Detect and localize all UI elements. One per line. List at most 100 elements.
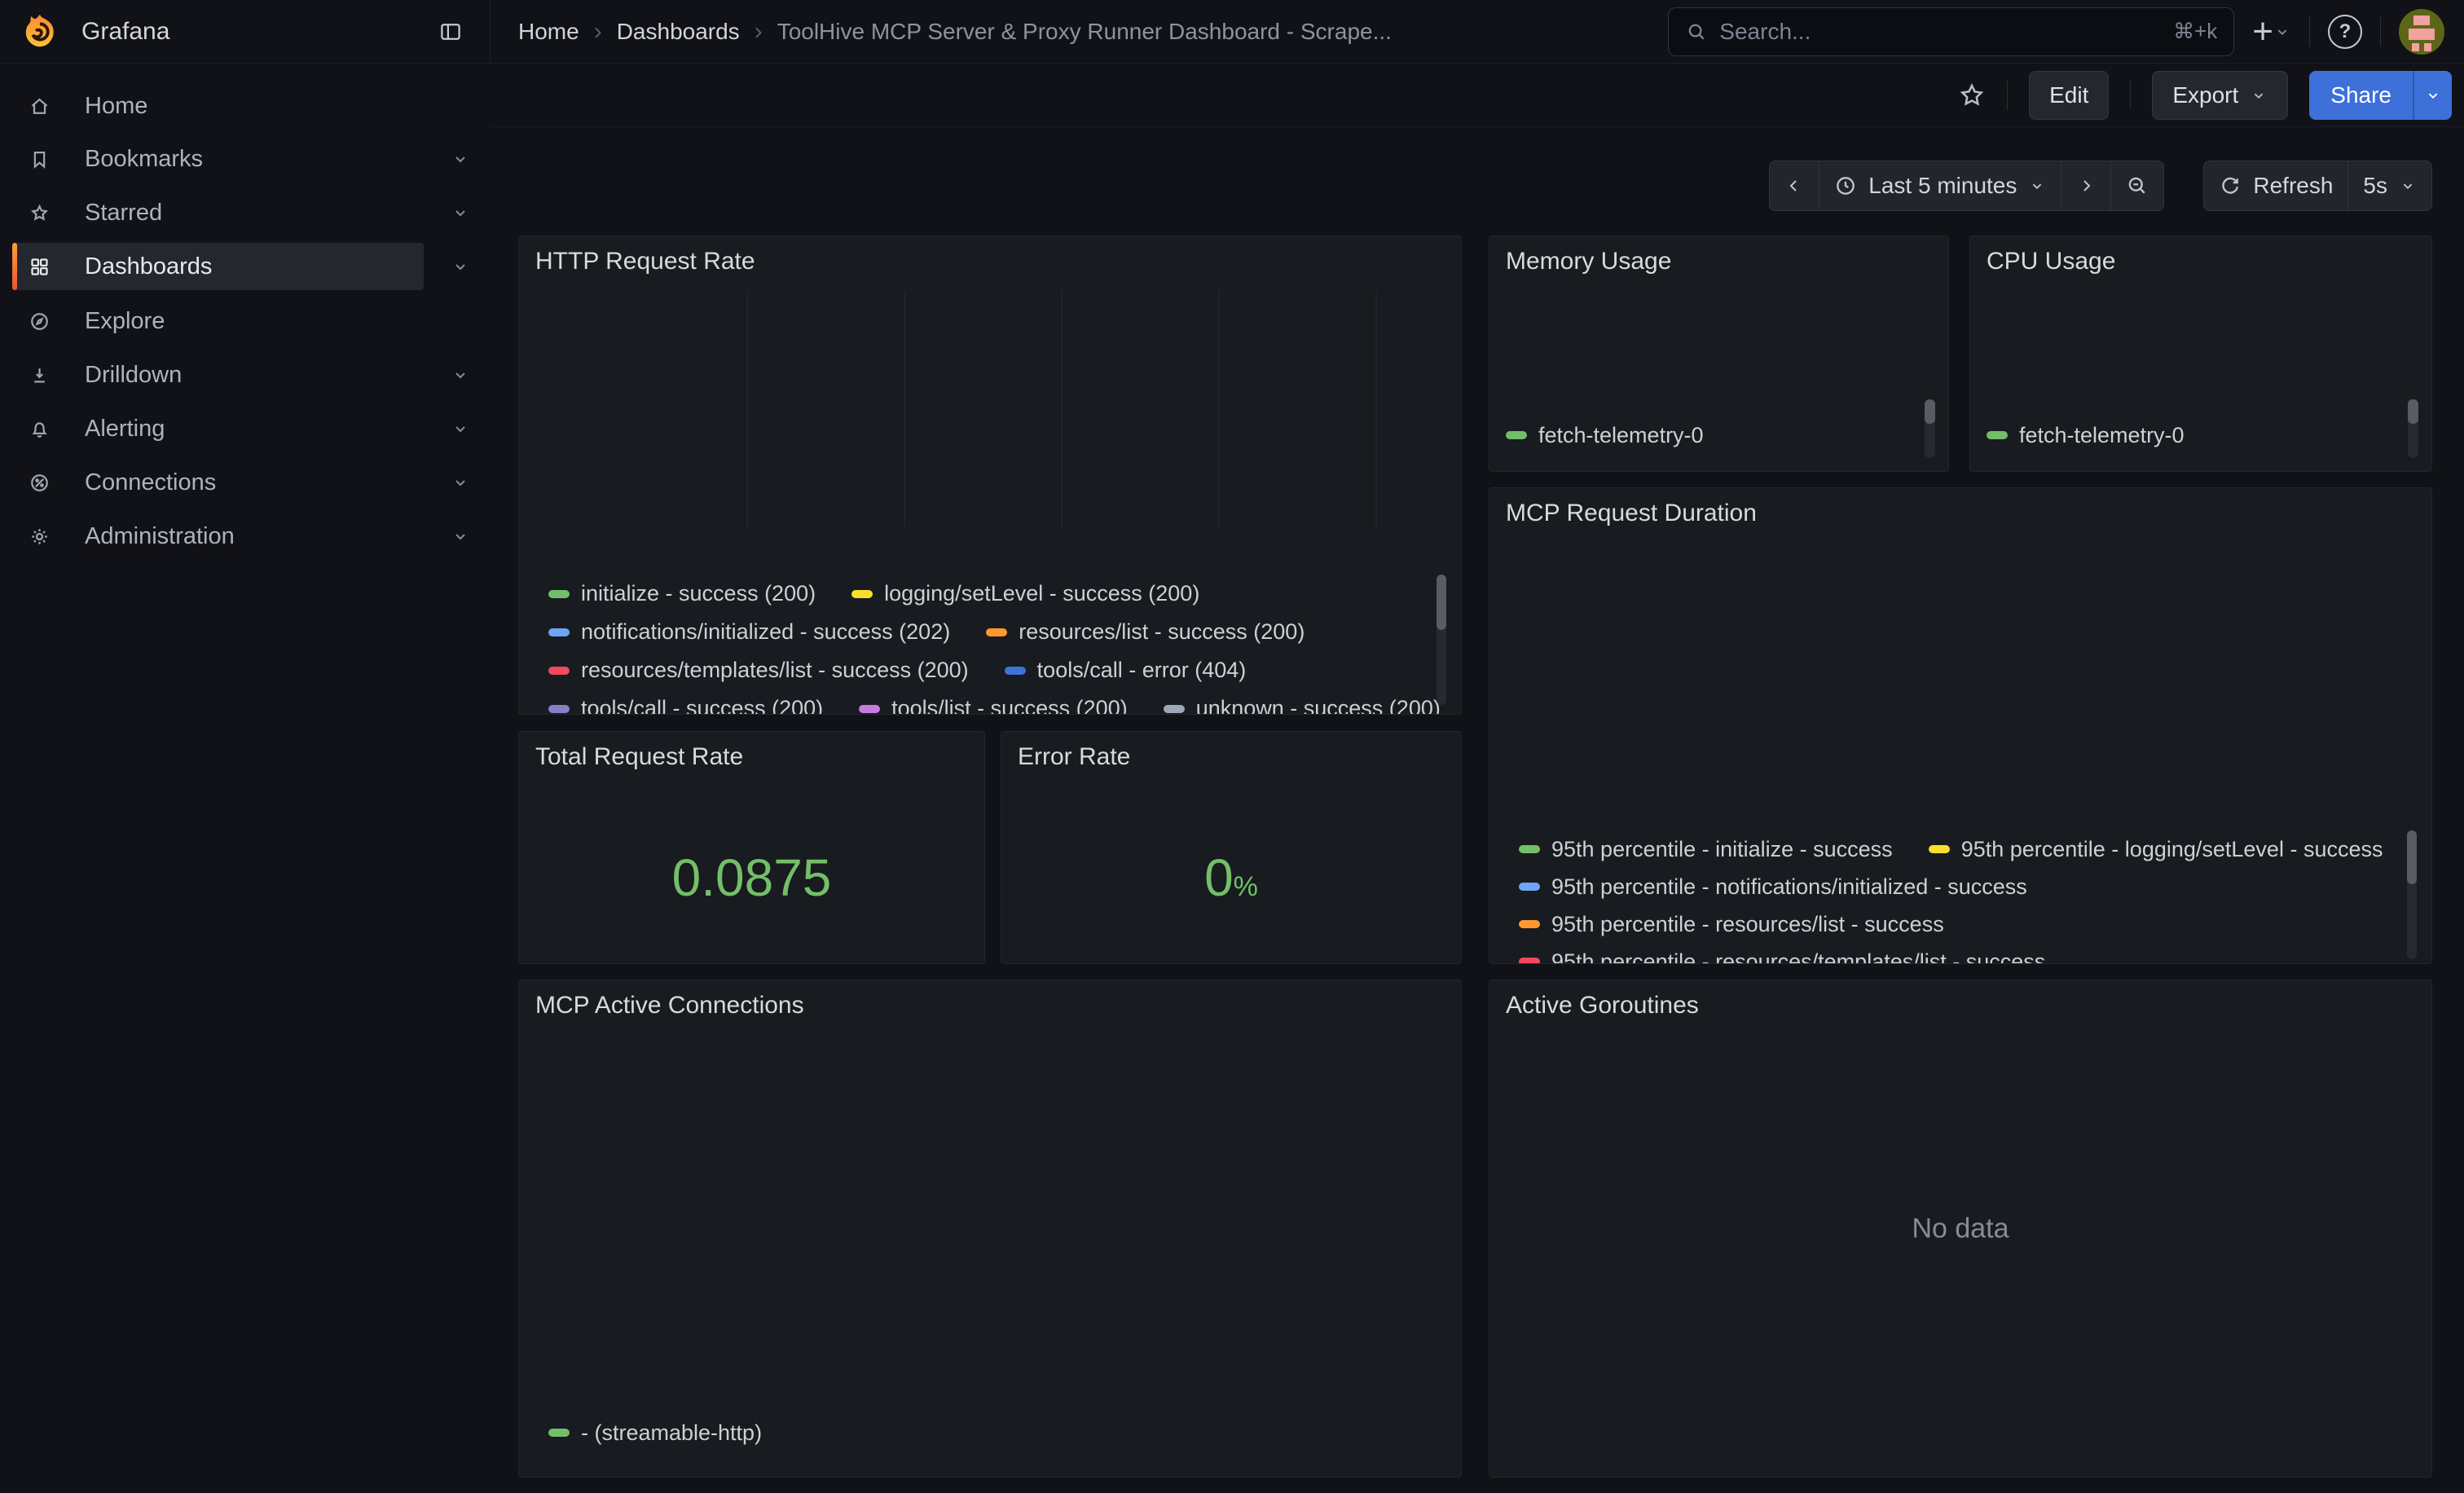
legend-item[interactable]: tools/list - success (200): [859, 696, 1128, 715]
chevron-down-icon: [2399, 177, 2417, 195]
chevron-down-icon[interactable]: [444, 243, 477, 290]
share-button-label: Share: [2330, 82, 2391, 108]
scrollbar-thumb[interactable]: [1925, 399, 1935, 424]
search-input[interactable]: [1719, 19, 2162, 45]
legend-item[interactable]: notifications/initialized - success (202…: [548, 619, 950, 645]
panel-title[interactable]: CPU Usage: [1987, 248, 2115, 275]
legend-swatch: [1164, 705, 1185, 713]
legend-label: - (streamable-http): [581, 1420, 762, 1446]
add-button[interactable]: +: [2252, 9, 2291, 55]
bell-icon: [29, 418, 51, 440]
sidebar-item-starred[interactable]: Starred: [12, 189, 424, 236]
chevron-down-icon[interactable]: [444, 459, 477, 506]
star-icon[interactable]: [1958, 81, 1986, 109]
chevron-down-icon[interactable]: [444, 405, 477, 452]
breadcrumb: Home › Dashboards › ToolHive MCP Server …: [518, 18, 1392, 46]
time-shift-back-button[interactable]: [1770, 161, 1819, 210]
duration-legend: 95th percentile - initialize - success 9…: [1519, 830, 2383, 964]
time-range-label: Last 5 minutes: [1868, 173, 2017, 199]
sidebar-item-drilldown[interactable]: Drilldown: [12, 351, 424, 399]
chevron-down-icon[interactable]: [444, 189, 477, 236]
compass-icon: [29, 310, 51, 333]
sidebar-toggle-icon[interactable]: [433, 14, 469, 50]
sidebar-item-connections[interactable]: Connections: [12, 459, 424, 506]
dashboards-icon: [29, 256, 51, 278]
search-icon: [1685, 20, 1708, 43]
legend-swatch: [1929, 845, 1950, 853]
sidebar-item-dashboards[interactable]: Dashboards: [12, 243, 424, 290]
share-button[interactable]: Share: [2309, 71, 2413, 120]
refresh-button[interactable]: Refresh: [2204, 161, 2347, 210]
legend-label: logging/setLevel - success (200): [884, 581, 1199, 606]
legend-item[interactable]: tools/call - error (404): [1005, 658, 1247, 683]
legend-scrollbar: [2407, 830, 2417, 959]
refresh-icon: [2219, 174, 2242, 197]
panel-mcp-active-connections: MCP Active Connections - (streamable-htt…: [518, 980, 1462, 1478]
zoom-out-button[interactable]: [2110, 161, 2163, 210]
legend-label: 95th percentile - resources/list - succe…: [1551, 912, 1944, 937]
panel-title[interactable]: MCP Active Connections: [535, 992, 804, 1020]
legend-label: resources/templates/list - success (200): [581, 658, 969, 683]
divider: [2309, 17, 2310, 46]
export-button[interactable]: Export: [2152, 71, 2288, 120]
sidebar-item-bookmarks[interactable]: Bookmarks: [12, 135, 424, 183]
sidebar-item-home[interactable]: Home: [12, 82, 424, 130]
search-box[interactable]: ⌘+k: [1668, 7, 2234, 56]
sidebar-item-explore[interactable]: Explore: [12, 297, 424, 345]
panel-active-goroutines: Active Goroutines No data: [1489, 980, 2432, 1478]
legend-item[interactable]: initialize - success (200): [548, 581, 816, 606]
legend-item[interactable]: 95th percentile - logging/setLevel - suc…: [1929, 837, 2383, 862]
panel-title[interactable]: Memory Usage: [1506, 248, 1671, 275]
panel-title[interactable]: Total Request Rate: [535, 743, 743, 771]
edit-button-label: Edit: [2049, 82, 2088, 108]
legend-item[interactable]: resources/list - success (200): [986, 619, 1305, 645]
time-shift-forward-button[interactable]: [2061, 161, 2110, 210]
time-range-picker[interactable]: Last 5 minutes: [1819, 161, 2061, 210]
legend-item[interactable]: tools/call - success (200): [548, 696, 823, 715]
legend-item[interactable]: logging/setLevel - success (200): [851, 581, 1199, 606]
legend-item[interactable]: fetch-telemetry-0: [1987, 423, 2185, 448]
sidebar-item-administration[interactable]: Administration: [12, 513, 424, 560]
panel-title[interactable]: MCP Request Duration: [1506, 500, 1757, 527]
legend-item[interactable]: fetch-telemetry-0: [1506, 423, 1704, 448]
stat-value: 0%: [1001, 848, 1461, 908]
legend-item[interactable]: 95th percentile - notifications/initiali…: [1519, 874, 2027, 900]
connections-legend: - (streamable-http): [548, 1414, 1412, 1451]
legend-item[interactable]: resources/templates/list - success (200): [548, 658, 969, 683]
sidebar-item-alerting[interactable]: Alerting: [12, 405, 424, 452]
divider: [2380, 17, 2381, 46]
chevron-right-icon: [2076, 176, 2096, 196]
legend-swatch: [1519, 920, 1540, 928]
refresh-interval-picker[interactable]: 5s: [2347, 161, 2431, 210]
share-dropdown-button[interactable]: [2413, 71, 2452, 120]
chevron-down-icon[interactable]: [444, 351, 477, 399]
legend-item[interactable]: unknown - success (200): [1164, 696, 1441, 715]
panel-title[interactable]: HTTP Request Rate: [535, 248, 755, 275]
breadcrumb-separator: ›: [594, 18, 602, 46]
legend-label: initialize - success (200): [581, 581, 816, 606]
legend-item[interactable]: 95th percentile - resources/templates/li…: [1519, 949, 2045, 965]
grafana-logo-icon[interactable]: [21, 13, 59, 51]
sidebar-item-label: Bookmarks: [85, 146, 203, 173]
breadcrumb-dashboards[interactable]: Dashboards: [617, 19, 740, 45]
chevron-down-icon[interactable]: [444, 135, 477, 183]
panel-title[interactable]: Error Rate: [1018, 743, 1130, 771]
breadcrumb-home[interactable]: Home: [518, 19, 579, 45]
scrollbar-thumb[interactable]: [1437, 575, 1446, 630]
legend-item[interactable]: 95th percentile - initialize - success: [1519, 837, 1893, 862]
panel-title[interactable]: Active Goroutines: [1506, 992, 1699, 1020]
scrollbar-thumb[interactable]: [2408, 399, 2418, 424]
no-data-message: No data: [1489, 1213, 2431, 1244]
help-button[interactable]: ?: [2328, 9, 2362, 55]
mcp-active-connections-chart[interactable]: [519, 980, 1461, 1477]
scrollbar-thumb[interactable]: [2407, 830, 2417, 884]
refresh-interval-label: 5s: [2363, 173, 2387, 199]
user-avatar[interactable]: [2399, 9, 2444, 55]
edit-button[interactable]: Edit: [2029, 71, 2109, 120]
breadcrumb-current-dashboard: ToolHive MCP Server & Proxy Runner Dashb…: [777, 19, 1392, 45]
legend-item[interactable]: 95th percentile - resources/list - succe…: [1519, 912, 1944, 937]
legend-item[interactable]: - (streamable-http): [548, 1420, 762, 1446]
avatar-pixel: [2409, 29, 2435, 40]
chevron-down-icon[interactable]: [444, 513, 477, 560]
legend-label: fetch-telemetry-0: [1538, 423, 1704, 448]
